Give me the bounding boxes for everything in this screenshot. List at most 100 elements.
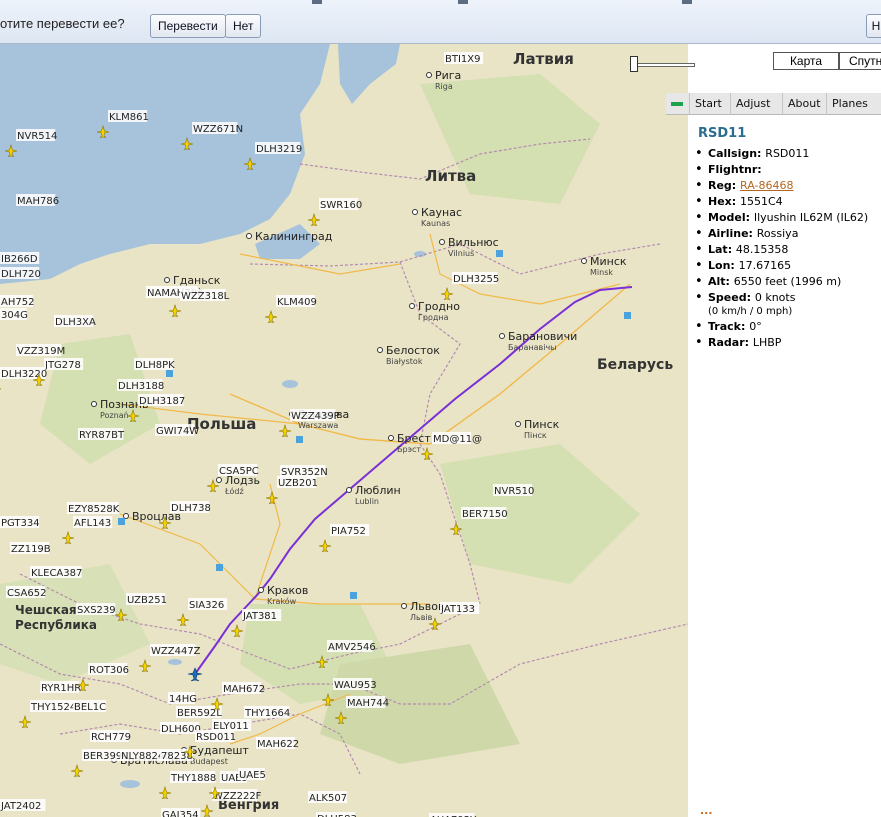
- flight-label[interactable]: DLH3188: [117, 379, 164, 392]
- flight-label[interactable]: MAH622: [256, 737, 299, 750]
- zoom-slider[interactable]: [629, 56, 699, 72]
- flight-label[interactable]: DLH600: [160, 722, 201, 735]
- flight-label[interactable]: AFL143: [73, 516, 113, 529]
- flight-label[interactable]: ALK507: [308, 791, 348, 804]
- flight-callsign[interactable]: UAE5: [239, 770, 266, 781]
- flight-callsign[interactable]: DLH720: [1, 269, 41, 280]
- flight-label[interactable]: MAH744: [346, 696, 389, 709]
- flight-callsign[interactable]: DLH3XA: [55, 317, 96, 328]
- flight-callsign[interactable]: THY1664: [244, 708, 290, 719]
- flight-callsign[interactable]: UZB201: [278, 478, 318, 489]
- flight-callsign[interactable]: SWR160: [320, 200, 362, 211]
- flight-callsign[interactable]: JTG278: [44, 360, 81, 371]
- flight-callsign[interactable]: KLM409: [277, 297, 317, 308]
- flight-label[interactable]: JAT381: [242, 609, 282, 622]
- flight-label[interactable]: EZY8528K: [67, 502, 120, 515]
- flight-label[interactable]: MD@11@: [432, 432, 482, 445]
- map-type-map-button[interactable]: Карта: [773, 52, 839, 70]
- registration-link[interactable]: RA-86468: [740, 179, 793, 192]
- flight-callsign[interactable]: 14HG: [169, 694, 197, 705]
- flight-callsign[interactable]: DLH3187: [139, 396, 185, 407]
- flight-label[interactable]: PIA752: [330, 524, 370, 537]
- tab-planes[interactable]: Planes: [826, 93, 873, 115]
- flight-label[interactable]: AUA792Y: [429, 813, 477, 817]
- flight-label[interactable]: RSD011: [195, 730, 236, 743]
- flight-callsign[interactable]: DLH3255: [453, 274, 499, 285]
- flight-callsign[interactable]: GAI354: [162, 810, 199, 817]
- panel-footer-text[interactable]: ...: [700, 804, 713, 817]
- flight-callsign[interactable]: UZB251: [127, 595, 167, 606]
- flight-callsign[interactable]: VZZ319M: [17, 346, 65, 357]
- flight-label[interactable]: 14HG: [168, 692, 197, 705]
- flight-callsign[interactable]: NVR514: [17, 131, 57, 142]
- flight-label[interactable]: VZZ319M: [16, 344, 65, 357]
- flight-label[interactable]: DLH3219: [255, 142, 302, 155]
- radar-station-icon[interactable]: [296, 436, 303, 443]
- flight-label[interactable]: RCH779: [90, 730, 131, 743]
- flight-callsign[interactable]: WZZ671N: [193, 124, 243, 135]
- flight-callsign[interactable]: BEL1C: [74, 702, 106, 713]
- flight-callsign[interactable]: PIA752: [331, 526, 366, 537]
- radar-station-icon[interactable]: [118, 518, 125, 525]
- flight-label[interactable]: WZZ671N: [192, 122, 243, 135]
- flight-callsign[interactable]: 304G: [1, 310, 28, 321]
- flight-label[interactable]: SVR352N: [280, 465, 328, 478]
- flight-callsign[interactable]: THY1524: [30, 702, 76, 713]
- radar-station-icon[interactable]: [216, 564, 223, 571]
- flight-label[interactable]: DLH3XA: [54, 315, 96, 328]
- flight-label[interactable]: WZZ439P: [290, 409, 340, 422]
- flight-callsign[interactable]: KLECA387: [31, 568, 82, 579]
- flight-label[interactable]: THY1524: [30, 700, 76, 713]
- map-canvas[interactable]: Латвия Литва Польша Беларусь Чешская Республи…: [0, 44, 688, 817]
- flight-callsign[interactable]: AFL143: [74, 518, 111, 529]
- flight-callsign[interactable]: BER592L: [177, 708, 222, 719]
- flight-label[interactable]: KLECA387: [30, 566, 82, 579]
- flight-callsign[interactable]: AMV2546: [328, 642, 376, 653]
- flight-label[interactable]: DLH8PK: [134, 358, 175, 371]
- flight-callsign[interactable]: ALK507: [309, 793, 347, 804]
- radar-station-icon[interactable]: [624, 312, 631, 319]
- flight-label[interactable]: UAE5: [238, 768, 266, 781]
- flight-callsign[interactable]: PGT334: [1, 518, 40, 529]
- flight-callsign[interactable]: DLH738: [171, 503, 211, 514]
- flight-label[interactable]: JAT2402: [0, 799, 46, 812]
- flight-label[interactable]: KLM861: [108, 110, 149, 123]
- flight-label[interactable]: PGT334: [0, 516, 40, 529]
- radar-station-icon[interactable]: [496, 250, 503, 257]
- flight-label[interactable]: BEL1C: [73, 700, 106, 713]
- flight-callsign[interactable]: WZZ447Z: [151, 646, 201, 657]
- flight-label[interactable]: 304G: [0, 308, 28, 321]
- flight-label[interactable]: DLH3187: [138, 394, 185, 407]
- flight-label[interactable]: BER592L: [176, 706, 222, 719]
- flight-callsign[interactable]: SVR352N: [281, 467, 328, 478]
- flight-label[interactable]: BER7150: [461, 507, 508, 520]
- flight-label[interactable]: DLH3255: [452, 272, 499, 285]
- flight-label[interactable]: DLH583: [316, 812, 357, 817]
- flight-callsign[interactable]: WZZ318L: [181, 291, 230, 302]
- collapse-panel-button[interactable]: [666, 93, 689, 115]
- flight-label[interactable]: ZZ119B: [10, 542, 51, 555]
- flight-callsign[interactable]: EZY8528K: [68, 504, 120, 515]
- zoom-track[interactable]: [633, 63, 695, 67]
- flight-label[interactable]: RYR87BT: [78, 428, 125, 441]
- flight-callsign[interactable]: JAT381: [242, 611, 277, 622]
- map-type-satellite-button[interactable]: Спутн: [839, 52, 881, 70]
- no-translate-button[interactable]: Нет: [225, 14, 262, 38]
- flight-label[interactable]: JAT133: [440, 602, 480, 615]
- flight-callsign[interactable]: RCH779: [91, 732, 131, 743]
- flight-callsign[interactable]: BTI1X9: [445, 54, 481, 65]
- flight-label[interactable]: CSA652: [6, 586, 46, 599]
- flight-label[interactable]: SIA326: [188, 598, 228, 611]
- flight-callsign[interactable]: MAH744: [347, 698, 389, 709]
- tab-adjust[interactable]: Adjust: [730, 93, 775, 115]
- map-svg[interactable]: ЛатвияЛитваПольшаБеларусьЧешскаяРеспубли…: [0, 44, 688, 817]
- flight-label[interactable]: NVR514: [16, 129, 57, 142]
- flight-callsign[interactable]: ROT306: [89, 665, 129, 676]
- flight-label[interactable]: BTI1X9: [444, 52, 484, 65]
- flight-label[interactable]: JTG278: [44, 358, 84, 371]
- flight-label[interactable]: THY1664: [244, 706, 290, 719]
- flight-label[interactable]: THY1888: [170, 771, 216, 784]
- flight-callsign[interactable]: DLH8PK: [135, 360, 175, 371]
- flight-callsign[interactable]: DLH600: [161, 724, 201, 735]
- flight-callsign[interactable]: BER7150: [462, 509, 508, 520]
